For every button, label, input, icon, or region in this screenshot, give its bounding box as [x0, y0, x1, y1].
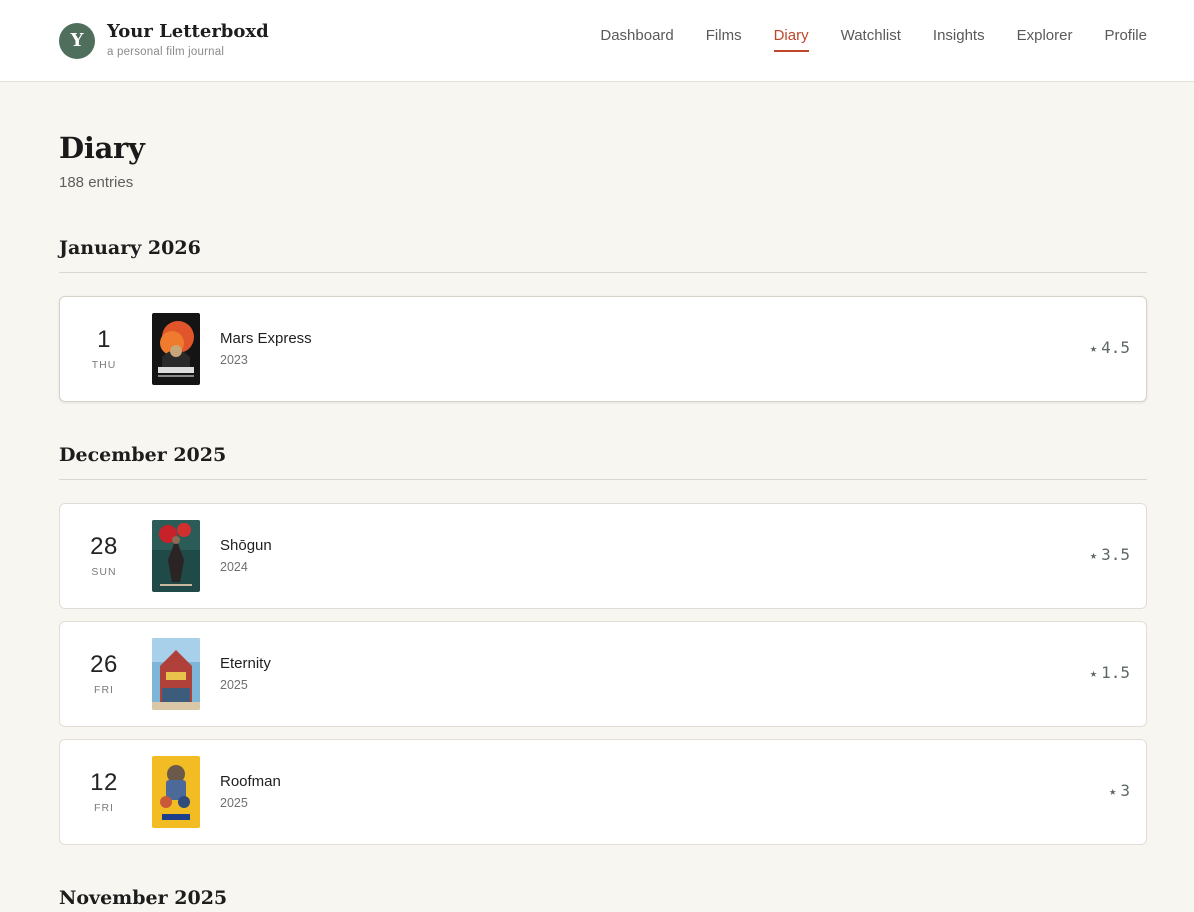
entry-date: 1 THU	[60, 297, 148, 401]
diary-entry[interactable]: 26 FRI Eternity 2025 ★ 1.5	[59, 621, 1147, 727]
film-year: 2025	[220, 678, 248, 692]
page-title: Diary	[59, 131, 145, 165]
rating-value: 3	[1120, 781, 1130, 800]
brand-text: Your Letterboxd a personal film journal	[107, 22, 269, 59]
entry-weekday: THU	[91, 359, 117, 371]
month-header: November 2025	[59, 886, 1147, 912]
nav-insights[interactable]: Insights	[933, 26, 985, 52]
roofman-poster[interactable]	[152, 756, 200, 828]
entry-day: 28	[90, 533, 118, 560]
shogun-poster[interactable]	[152, 520, 200, 592]
user-avatar: Y	[59, 22, 95, 59]
nav-dashboard[interactable]: Dashboard	[600, 26, 673, 52]
film-rating: ★ 4.5	[1090, 338, 1130, 359]
month-header: December 2025	[59, 443, 1147, 480]
entry-day: 12	[90, 769, 118, 796]
nav-watchlist[interactable]: Watchlist	[841, 26, 901, 52]
nav-profile[interactable]: Profile	[1104, 26, 1147, 52]
film-rating: ★ 3.5	[1090, 545, 1130, 566]
month-title: November 2025	[59, 887, 228, 909]
entry-day: 1	[97, 326, 111, 353]
rating-value: 1.5	[1101, 663, 1130, 682]
rating-value: 4.5	[1101, 338, 1130, 357]
entry-weekday: SUN	[91, 566, 117, 578]
nav-explorer[interactable]: Explorer	[1017, 26, 1073, 52]
film-title[interactable]: Shōgun	[220, 536, 272, 556]
nav-diary[interactable]: Diary	[773, 26, 809, 52]
film-year: 2023	[220, 353, 248, 367]
month-title: January 2026	[59, 237, 201, 259]
star-icon: ★	[1089, 341, 1098, 355]
film-rating: ★ 3	[1109, 781, 1130, 802]
film-rating: ★ 1.5	[1090, 663, 1130, 684]
film-title[interactable]: Roofman	[220, 772, 281, 792]
diary-entry[interactable]: 1 THU Mars Express 2023 ★ 4.5	[59, 296, 1147, 402]
rating-value: 3.5	[1101, 545, 1130, 564]
star-icon: ★	[1109, 784, 1117, 798]
film-year: 2025	[220, 796, 248, 810]
entry-date: 12 FRI	[60, 740, 148, 844]
entry-date: 26 FRI	[60, 622, 148, 726]
entry-weekday: FRI	[94, 684, 114, 696]
film-year: 2024	[220, 560, 248, 574]
entry-count: 188 entries	[59, 174, 134, 191]
nav-films[interactable]: Films	[706, 26, 742, 52]
brand-title: Your Letterboxd	[107, 21, 269, 42]
mars-express-poster[interactable]	[152, 313, 200, 385]
film-title[interactable]: Mars Express	[220, 329, 312, 349]
entry-date: 28 SUN	[60, 504, 148, 608]
month-header: January 2026	[59, 236, 1147, 273]
diary-entry[interactable]: 28 SUN Shōgun 2024 ★ 3.5	[59, 503, 1147, 609]
brand[interactable]: Y Your Letterboxd a personal film journa…	[59, 22, 269, 59]
eternity-poster[interactable]	[152, 638, 200, 710]
brand-subtitle: a personal film journal	[107, 46, 225, 58]
diary-entry[interactable]: 12 FRI Roofman 2025 ★ 3	[59, 739, 1147, 845]
star-icon: ★	[1089, 548, 1098, 562]
star-icon: ★	[1089, 666, 1098, 680]
entry-day: 26	[90, 651, 118, 678]
month-title: December 2025	[59, 444, 227, 466]
film-title[interactable]: Eternity	[220, 654, 271, 674]
entry-weekday: FRI	[94, 802, 114, 814]
main-nav: Dashboard Films Diary Watchlist Insights…	[568, 26, 1147, 52]
top-navigation-bar: Y Your Letterboxd a personal film journa…	[0, 0, 1194, 82]
